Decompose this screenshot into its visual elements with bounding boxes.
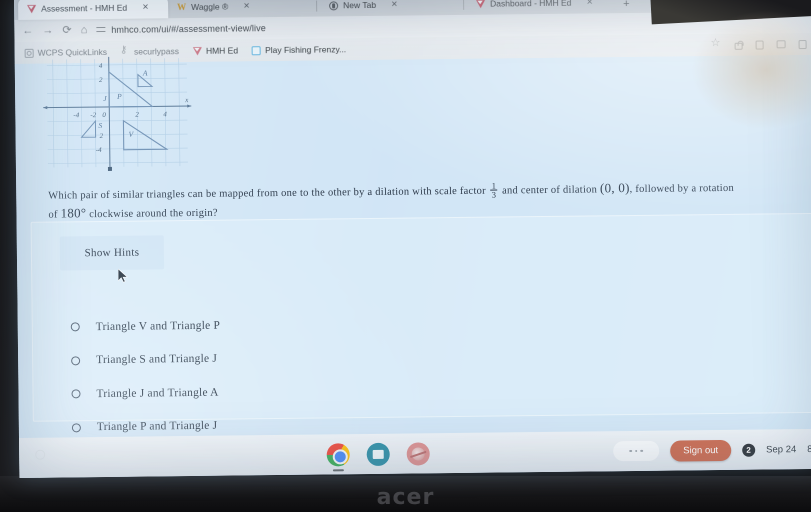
hmh-shield-icon (27, 4, 36, 13)
laptop-photo: acer Assessment - HMH Ed ✕ W Waggle ® ✕ (0, 0, 811, 512)
answer-card: Show Hints Triangle V and Triangle P Tri… (30, 212, 811, 433)
tab-close-icon[interactable]: ✕ (391, 0, 398, 9)
answer-option-label: Triangle V and Triangle P (95, 319, 221, 333)
tab-divider (316, 0, 318, 12)
center-of-dilation-value: (0, 0) (599, 180, 630, 196)
svg-text:S: S (98, 121, 102, 130)
svg-text:-4: -4 (96, 146, 102, 154)
bookmark-label: HMH Ed (205, 45, 239, 56)
status-dot (629, 449, 633, 453)
svg-text:2: 2 (135, 111, 139, 119)
chrome-icon[interactable] (326, 442, 350, 471)
svg-text:A: A (142, 68, 148, 77)
blue-square-icon (252, 45, 262, 55)
tab-close-icon[interactable]: ✕ (142, 2, 149, 11)
mouse-cursor (118, 268, 128, 283)
graph-svg: -4 -2 0 2 4 4 2 2 -4 x A P J S V (43, 56, 192, 171)
svg-text:2: 2 (100, 132, 104, 140)
svg-text:0: 0 (102, 111, 106, 119)
answer-option-label: Triangle J and Triangle A (96, 386, 219, 400)
laptop-screen: Assessment - HMH Ed ✕ W Waggle ® ✕ New T… (14, 0, 811, 478)
tab-close-icon[interactable]: ✕ (586, 0, 593, 7)
notification-badge[interactable]: 2 (742, 443, 756, 457)
svg-text:4: 4 (163, 110, 167, 118)
folder-icon (24, 48, 34, 58)
svg-text:J: J (103, 94, 107, 103)
chromeos-shelf: Sign out 2 Sep 24 8: (19, 428, 811, 478)
tab-title: New Tab (343, 0, 377, 11)
answer-option-label: Triangle S and Triangle J (96, 352, 218, 367)
shelf-date[interactable]: Sep 24 (766, 444, 796, 455)
forward-icon[interactable]: → (42, 24, 53, 36)
sign-out-button[interactable]: Sign out (670, 439, 732, 462)
tab-title: Dashboard - HMH Ed (490, 0, 572, 9)
radio-button[interactable] (70, 322, 80, 332)
app-running-indicator (332, 468, 344, 471)
toolbar-actions (712, 39, 807, 50)
tab-divider (463, 0, 465, 10)
svg-text:V: V (129, 130, 135, 139)
hmh-shield-icon (476, 0, 485, 8)
radio-button[interactable] (71, 356, 81, 366)
answer-options-list: Triangle V and Triangle P Triangle S and… (70, 302, 811, 444)
laptop-bezel: acer (0, 476, 811, 512)
url-text: hmhco.com/ui/#/assessment-view/live (111, 23, 266, 35)
assessment-page: -4 -2 0 2 4 4 2 2 -4 x A P J S V Which p… (14, 54, 811, 478)
bookmark-play-fishing-frenzy[interactable]: Play Fishing Frenzy... (252, 44, 346, 55)
question-line1-part3: , followed by a rotation (629, 182, 734, 196)
tab-title: Assessment - HMH Ed (41, 2, 128, 14)
tab-assessment[interactable]: Assessment - HMH Ed ✕ (18, 0, 169, 20)
svg-text:-2: -2 (90, 111, 96, 119)
reload-icon[interactable]: ⟳ (62, 24, 71, 36)
question-line1-part2: and center of dilation (502, 184, 598, 197)
coordinate-plane-figure: -4 -2 0 2 4 4 2 2 -4 x A P J S V (35, 48, 204, 174)
show-hints-button[interactable]: Show Hints (59, 235, 165, 271)
svg-text:4: 4 (99, 62, 103, 70)
bookmark-label: Play Fishing Frenzy... (265, 44, 347, 56)
status-tray-pill[interactable] (613, 440, 660, 462)
home-icon[interactable]: ⌂ (81, 24, 88, 36)
tab-waggle[interactable]: W Waggle ® ✕ (168, 0, 313, 18)
back-icon[interactable]: ← (22, 24, 33, 36)
svg-text:P: P (116, 92, 122, 101)
shelf-time[interactable]: 8: (807, 443, 811, 454)
status-dot (640, 449, 644, 453)
acer-brand-logo: acer (376, 485, 435, 510)
tab-new-tab[interactable]: New Tab ✕ (320, 0, 460, 17)
question-line2-part2: clockwise around the origin? (89, 207, 218, 221)
page-icon[interactable] (755, 39, 764, 50)
site-info-icon[interactable] (96, 26, 105, 34)
shelf-app-icons (326, 441, 430, 471)
scale-factor-fraction: 1 3 (490, 181, 498, 200)
status-dot (634, 449, 638, 453)
slides-icon[interactable] (366, 442, 390, 466)
lock-icon[interactable] (734, 42, 743, 50)
answer-option-label: Triangle P and Triangle J (96, 419, 218, 434)
tab-title: Waggle ® (191, 1, 229, 12)
radio-button[interactable] (71, 423, 81, 433)
mask-app-icon[interactable] (406, 441, 430, 466)
new-tab-button[interactable]: + (623, 0, 630, 10)
cast-icon[interactable] (776, 40, 786, 49)
svg-text:-4: -4 (73, 111, 79, 119)
star-icon[interactable] (712, 40, 722, 50)
radio-button[interactable] (71, 389, 81, 399)
svg-text:2: 2 (99, 76, 103, 84)
new-tab-icon (329, 0, 339, 10)
tab-dashboard[interactable]: Dashboard - HMH Ed ✕ (467, 0, 617, 15)
waggle-w-icon: W (177, 1, 187, 12)
question-line1-part1: Which pair of similar triangles can be m… (48, 185, 486, 202)
shelf-status-area: Sign out 2 Sep 24 8: (613, 438, 811, 462)
rotation-angle-value: 180° (60, 205, 87, 221)
profile-icon[interactable] (798, 39, 807, 49)
question-line2-part1: of (48, 209, 58, 221)
svg-text:x: x (184, 96, 189, 104)
fraction-denominator: 3 (491, 189, 497, 200)
tab-close-icon[interactable]: ✕ (243, 1, 250, 10)
